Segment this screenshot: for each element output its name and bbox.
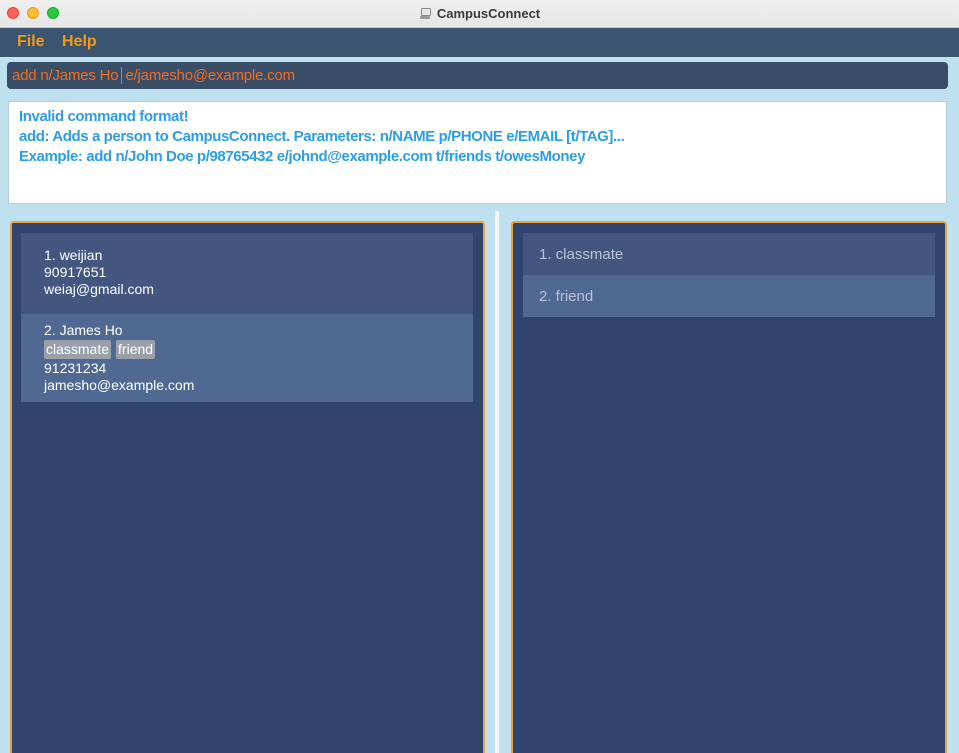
person-phone: 91231234 [44,360,107,376]
app-icon [419,7,431,21]
person-header: 1. weijian [44,247,103,263]
result-line: Invalid command format! [19,108,189,125]
tag-badge: classmate [44,340,112,359]
person-list-panel: 1. weijian 90917651 weiaj@gmail.com 2. J… [10,221,485,753]
tag-list-item[interactable]: 2. friend [523,275,935,317]
tag-list-item[interactable]: 1. classmate [523,233,935,275]
menu-file[interactable]: File [17,33,45,51]
menu-bar: File Help [0,28,959,57]
window-title: CampusConnect [436,6,541,21]
person-card[interactable]: 2. James Ho classmate friend 91231234 ja… [21,314,473,402]
person-email: jamesho@example.com [44,377,195,393]
text-caret [121,67,123,84]
person-tags: classmate friend [44,340,473,359]
title-bar: CampusConnect [0,0,959,28]
tag-list-panel: 1. classmate 2. friend [511,221,947,753]
menu-help[interactable]: Help [62,33,97,51]
result-line: add: Adds a person to CampusConnect. Par… [19,128,625,145]
command-text-after-caret: e/jamesho@example.com [125,67,295,84]
command-text-before-caret: add n/James Ho [12,67,119,84]
person-card[interactable]: 1. weijian 90917651 weiaj@gmail.com [21,233,473,314]
result-line: Example: add n/John Doe p/98765432 e/joh… [19,148,586,165]
app-window: CampusConnect File Help add n/James Ho e/… [0,0,959,753]
result-display: Invalid command format! add: Adds a pers… [8,101,947,204]
title-wrap: CampusConnect [0,0,959,27]
split-pane-divider[interactable] [495,211,499,753]
person-phone: 90917651 [44,264,107,280]
person-header: 2. James Ho [44,322,123,338]
tag-badge: friend [116,340,156,359]
command-input[interactable]: add n/James Ho e/jamesho@example.com [7,62,948,89]
person-email: weiaj@gmail.com [44,281,154,297]
